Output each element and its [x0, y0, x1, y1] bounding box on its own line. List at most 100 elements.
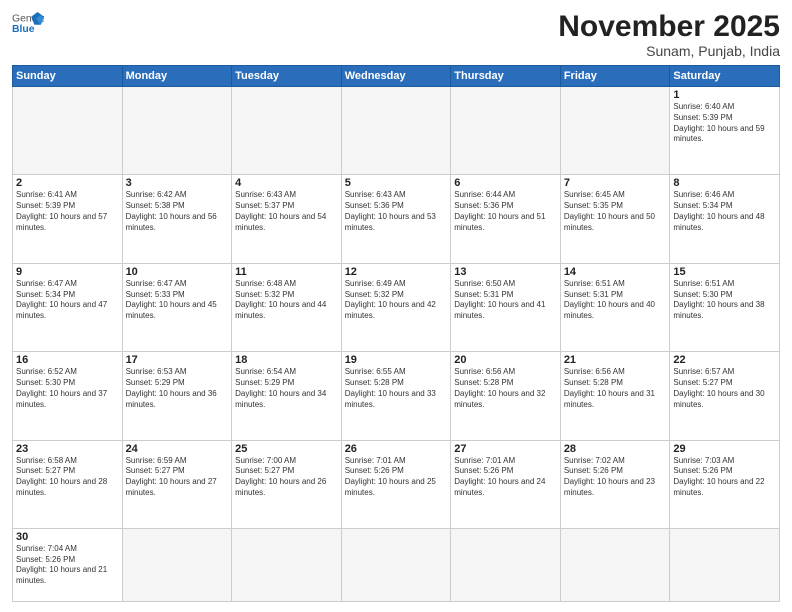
day-number: 29 [673, 443, 776, 455]
calendar-cell: 7Sunrise: 6:45 AM Sunset: 5:35 PM Daylig… [560, 175, 670, 263]
day-info: Sunrise: 6:51 AM Sunset: 5:31 PM Dayligh… [564, 279, 667, 322]
day-info: Sunrise: 6:58 AM Sunset: 5:27 PM Dayligh… [16, 456, 119, 499]
day-number: 25 [235, 443, 338, 455]
calendar-week-row: 1Sunrise: 6:40 AM Sunset: 5:39 PM Daylig… [13, 87, 780, 175]
calendar-cell: 27Sunrise: 7:01 AM Sunset: 5:26 PM Dayli… [451, 440, 561, 528]
day-info: Sunrise: 7:03 AM Sunset: 5:26 PM Dayligh… [673, 456, 776, 499]
calendar-cell: 9Sunrise: 6:47 AM Sunset: 5:34 PM Daylig… [13, 263, 123, 351]
day-number: 16 [16, 354, 119, 366]
calendar-week-row: 2Sunrise: 6:41 AM Sunset: 5:39 PM Daylig… [13, 175, 780, 263]
calendar-cell [341, 87, 451, 175]
calendar-header-tuesday: Tuesday [232, 66, 342, 87]
calendar-cell: 11Sunrise: 6:48 AM Sunset: 5:32 PM Dayli… [232, 263, 342, 351]
calendar-header-thursday: Thursday [451, 66, 561, 87]
day-number: 30 [16, 531, 119, 543]
calendar-cell: 3Sunrise: 6:42 AM Sunset: 5:38 PM Daylig… [122, 175, 232, 263]
calendar-week-row: 30Sunrise: 7:04 AM Sunset: 5:26 PM Dayli… [13, 528, 780, 601]
day-info: Sunrise: 6:50 AM Sunset: 5:31 PM Dayligh… [454, 279, 557, 322]
day-info: Sunrise: 6:54 AM Sunset: 5:29 PM Dayligh… [235, 367, 338, 410]
calendar-header-friday: Friday [560, 66, 670, 87]
calendar-cell [560, 528, 670, 601]
day-number: 12 [345, 266, 448, 278]
day-info: Sunrise: 6:52 AM Sunset: 5:30 PM Dayligh… [16, 367, 119, 410]
day-info: Sunrise: 6:42 AM Sunset: 5:38 PM Dayligh… [126, 190, 229, 233]
day-number: 2 [16, 177, 119, 189]
calendar-cell: 19Sunrise: 6:55 AM Sunset: 5:28 PM Dayli… [341, 352, 451, 440]
calendar-cell: 21Sunrise: 6:56 AM Sunset: 5:28 PM Dayli… [560, 352, 670, 440]
day-info: Sunrise: 6:47 AM Sunset: 5:34 PM Dayligh… [16, 279, 119, 322]
calendar-cell [232, 87, 342, 175]
calendar-cell: 10Sunrise: 6:47 AM Sunset: 5:33 PM Dayli… [122, 263, 232, 351]
logo: General Blue [12, 10, 44, 38]
day-info: Sunrise: 6:49 AM Sunset: 5:32 PM Dayligh… [345, 279, 448, 322]
calendar-cell: 15Sunrise: 6:51 AM Sunset: 5:30 PM Dayli… [670, 263, 780, 351]
calendar-cell: 1Sunrise: 6:40 AM Sunset: 5:39 PM Daylig… [670, 87, 780, 175]
day-number: 28 [564, 443, 667, 455]
calendar-cell: 30Sunrise: 7:04 AM Sunset: 5:26 PM Dayli… [13, 528, 123, 601]
calendar-cell: 2Sunrise: 6:41 AM Sunset: 5:39 PM Daylig… [13, 175, 123, 263]
day-number: 17 [126, 354, 229, 366]
calendar-cell [13, 87, 123, 175]
day-info: Sunrise: 7:04 AM Sunset: 5:26 PM Dayligh… [16, 544, 119, 587]
calendar-header-sunday: Sunday [13, 66, 123, 87]
calendar-week-row: 16Sunrise: 6:52 AM Sunset: 5:30 PM Dayli… [13, 352, 780, 440]
day-number: 24 [126, 443, 229, 455]
day-number: 20 [454, 354, 557, 366]
header: General Blue November 2025 Sunam, Punjab… [12, 10, 780, 59]
logo-icon: General Blue [12, 10, 44, 38]
calendar-cell [122, 528, 232, 601]
day-info: Sunrise: 7:00 AM Sunset: 5:27 PM Dayligh… [235, 456, 338, 499]
day-info: Sunrise: 6:57 AM Sunset: 5:27 PM Dayligh… [673, 367, 776, 410]
calendar-cell: 25Sunrise: 7:00 AM Sunset: 5:27 PM Dayli… [232, 440, 342, 528]
day-number: 4 [235, 177, 338, 189]
svg-text:Blue: Blue [12, 24, 35, 35]
page: General Blue November 2025 Sunam, Punjab… [0, 0, 792, 612]
calendar-cell: 12Sunrise: 6:49 AM Sunset: 5:32 PM Dayli… [341, 263, 451, 351]
day-info: Sunrise: 7:01 AM Sunset: 5:26 PM Dayligh… [345, 456, 448, 499]
calendar-cell: 23Sunrise: 6:58 AM Sunset: 5:27 PM Dayli… [13, 440, 123, 528]
day-number: 1 [673, 89, 776, 101]
calendar-cell: 5Sunrise: 6:43 AM Sunset: 5:36 PM Daylig… [341, 175, 451, 263]
calendar-cell [232, 528, 342, 601]
calendar-cell: 22Sunrise: 6:57 AM Sunset: 5:27 PM Dayli… [670, 352, 780, 440]
calendar-cell: 26Sunrise: 7:01 AM Sunset: 5:26 PM Dayli… [341, 440, 451, 528]
day-info: Sunrise: 6:40 AM Sunset: 5:39 PM Dayligh… [673, 102, 776, 145]
day-number: 7 [564, 177, 667, 189]
day-number: 21 [564, 354, 667, 366]
month-title: November 2025 [558, 10, 780, 43]
day-number: 22 [673, 354, 776, 366]
calendar-cell: 14Sunrise: 6:51 AM Sunset: 5:31 PM Dayli… [560, 263, 670, 351]
day-number: 13 [454, 266, 557, 278]
calendar-week-row: 9Sunrise: 6:47 AM Sunset: 5:34 PM Daylig… [13, 263, 780, 351]
day-info: Sunrise: 6:43 AM Sunset: 5:37 PM Dayligh… [235, 190, 338, 233]
calendar-cell [341, 528, 451, 601]
day-info: Sunrise: 6:53 AM Sunset: 5:29 PM Dayligh… [126, 367, 229, 410]
calendar-cell: 16Sunrise: 6:52 AM Sunset: 5:30 PM Dayli… [13, 352, 123, 440]
title-block: November 2025 Sunam, Punjab, India [558, 10, 780, 59]
day-info: Sunrise: 6:43 AM Sunset: 5:36 PM Dayligh… [345, 190, 448, 233]
day-number: 26 [345, 443, 448, 455]
calendar-week-row: 23Sunrise: 6:58 AM Sunset: 5:27 PM Dayli… [13, 440, 780, 528]
day-number: 5 [345, 177, 448, 189]
day-number: 14 [564, 266, 667, 278]
day-number: 19 [345, 354, 448, 366]
day-info: Sunrise: 6:56 AM Sunset: 5:28 PM Dayligh… [454, 367, 557, 410]
subtitle: Sunam, Punjab, India [558, 43, 780, 59]
day-number: 3 [126, 177, 229, 189]
calendar-cell: 13Sunrise: 6:50 AM Sunset: 5:31 PM Dayli… [451, 263, 561, 351]
calendar-cell: 29Sunrise: 7:03 AM Sunset: 5:26 PM Dayli… [670, 440, 780, 528]
calendar-cell: 24Sunrise: 6:59 AM Sunset: 5:27 PM Dayli… [122, 440, 232, 528]
day-info: Sunrise: 6:47 AM Sunset: 5:33 PM Dayligh… [126, 279, 229, 322]
calendar-cell: 20Sunrise: 6:56 AM Sunset: 5:28 PM Dayli… [451, 352, 561, 440]
calendar-header-wednesday: Wednesday [341, 66, 451, 87]
calendar-cell [670, 528, 780, 601]
day-info: Sunrise: 6:51 AM Sunset: 5:30 PM Dayligh… [673, 279, 776, 322]
day-number: 8 [673, 177, 776, 189]
day-number: 15 [673, 266, 776, 278]
day-info: Sunrise: 7:01 AM Sunset: 5:26 PM Dayligh… [454, 456, 557, 499]
calendar-header-saturday: Saturday [670, 66, 780, 87]
day-number: 11 [235, 266, 338, 278]
calendar-cell: 4Sunrise: 6:43 AM Sunset: 5:37 PM Daylig… [232, 175, 342, 263]
day-info: Sunrise: 6:45 AM Sunset: 5:35 PM Dayligh… [564, 190, 667, 233]
day-info: Sunrise: 7:02 AM Sunset: 5:26 PM Dayligh… [564, 456, 667, 499]
